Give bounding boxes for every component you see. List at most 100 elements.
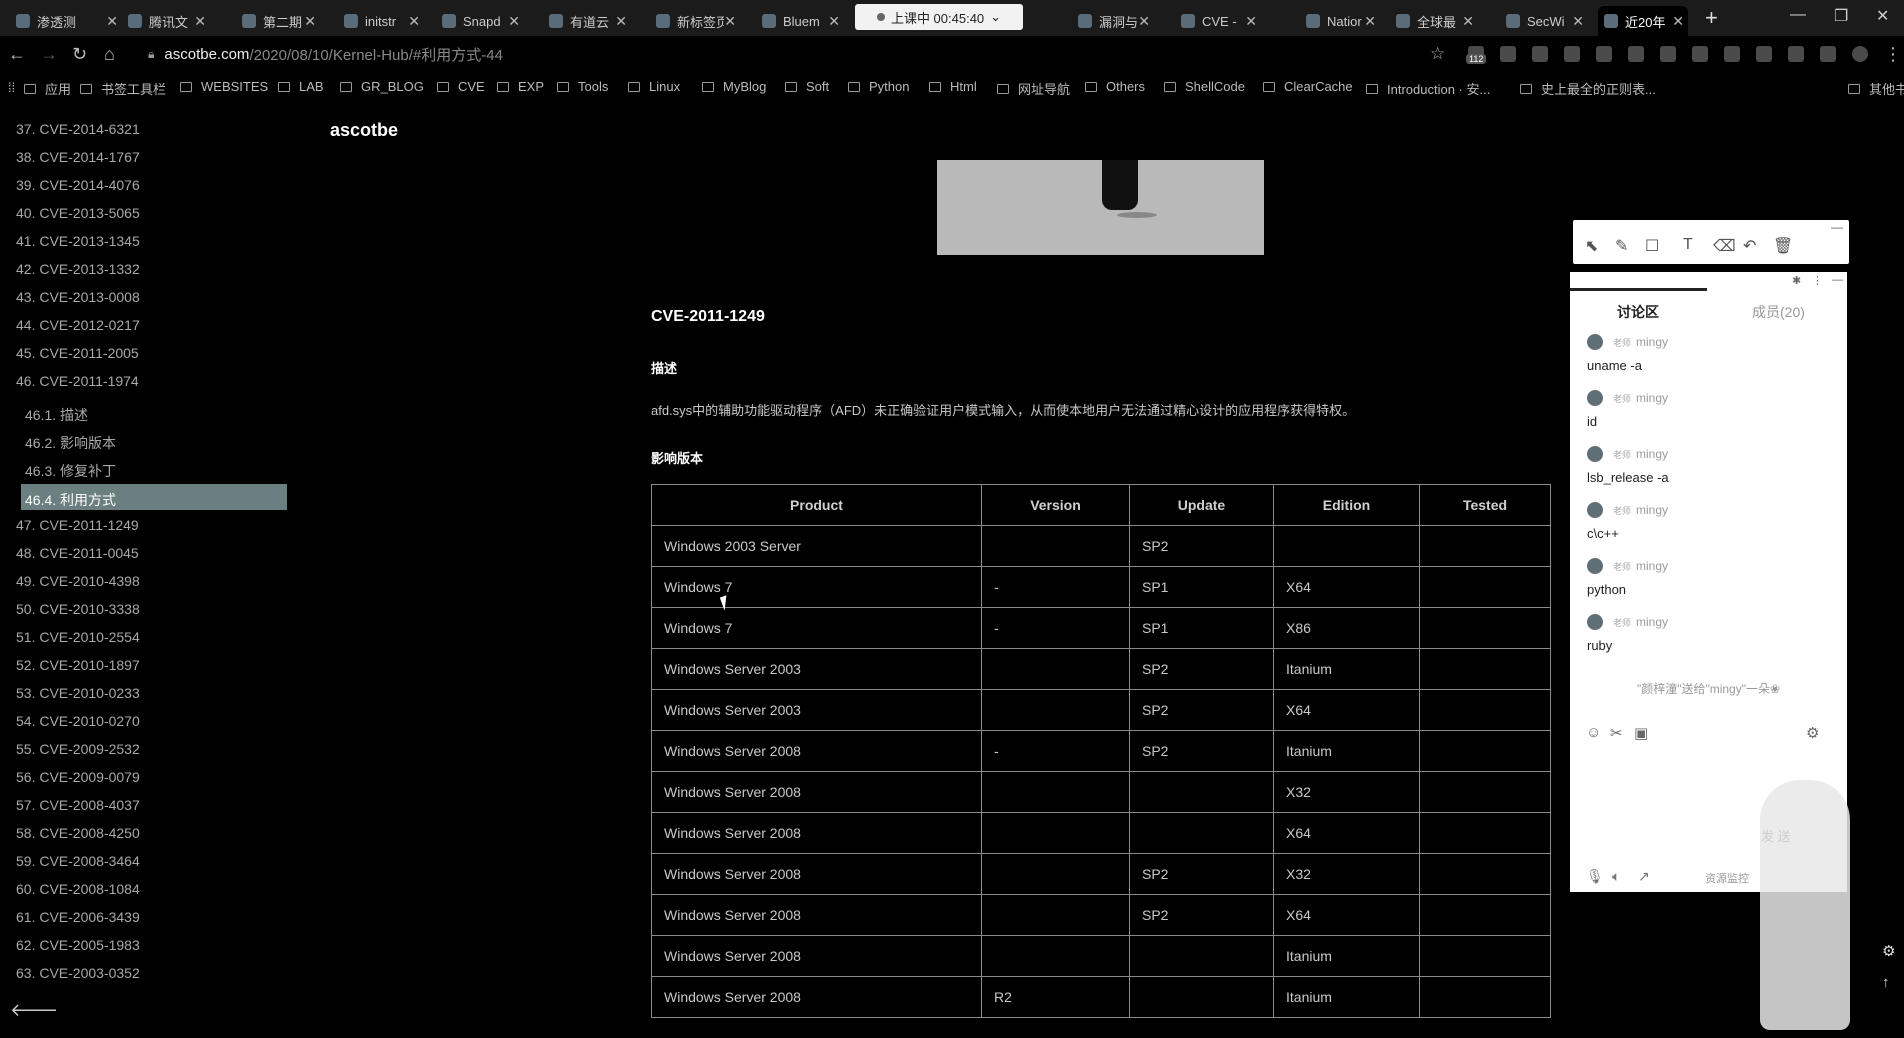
image-icon[interactable]: ▣ xyxy=(1634,724,1648,742)
toc-item[interactable]: 59. CVE-2008-3464 xyxy=(16,853,140,869)
bookmark-item[interactable]: MyBlog xyxy=(702,79,766,94)
minimize-icon[interactable]: — xyxy=(1831,220,1843,234)
browser-tab[interactable]: Bluem ✕ xyxy=(756,6,844,36)
site-brand[interactable]: ascotbe xyxy=(330,120,398,141)
undo-icon[interactable]: ↶ xyxy=(1743,236,1756,256)
toc-item[interactable]: 55. CVE-2009-2532 xyxy=(16,741,140,757)
browser-tab[interactable]: 新标签页 ✕ xyxy=(650,6,740,36)
toc-item[interactable]: 47. CVE-2011-1249 xyxy=(16,517,139,533)
extension-icon[interactable] xyxy=(1660,46,1676,62)
window-close-icon[interactable]: ✕ xyxy=(1876,6,1889,26)
tab-close-icon[interactable]: ✕ xyxy=(1672,13,1688,30)
toc-item[interactable]: 52. CVE-2010-1897 xyxy=(16,657,140,673)
browser-tab[interactable]: 漏洞与 ✕ xyxy=(1072,6,1154,36)
minimize-icon[interactable]: — xyxy=(1832,274,1843,286)
bookmark-item[interactable]: 网址导航 xyxy=(997,79,1070,98)
rectangle-icon[interactable]: ☐ xyxy=(1645,236,1659,256)
toc-item[interactable]: 39. CVE-2014-4076 xyxy=(16,177,140,193)
toc-item[interactable]: 42. CVE-2013-1332 xyxy=(16,261,140,277)
toc-item[interactable]: 51. CVE-2010-2554 xyxy=(16,629,140,645)
avatar[interactable] xyxy=(1587,446,1603,462)
bookmark-item[interactable]: Linux xyxy=(628,79,680,94)
profile-avatar[interactable] xyxy=(1852,46,1868,62)
pen-icon[interactable]: ✎ xyxy=(1615,236,1628,256)
toc-item[interactable]: 54. CVE-2010-0270 xyxy=(16,713,140,729)
bookmark-item[interactable]: 书签工具栏 xyxy=(80,79,166,98)
speaker-icon[interactable]: 🔈︎ xyxy=(1612,868,1620,885)
avatar[interactable] xyxy=(1587,614,1603,630)
url-field[interactable]: 🔒︎ ascotbe.com /2020/08/10/Kernel-Hub/#利… xyxy=(148,42,1428,66)
more-icon[interactable]: ⋮ xyxy=(1812,274,1823,287)
extension-icon[interactable] xyxy=(1788,46,1804,62)
toc-item[interactable]: 56. CVE-2009-0079 xyxy=(16,769,140,785)
minimize-icon[interactable]: — xyxy=(1790,6,1806,24)
extension-icon[interactable] xyxy=(1820,46,1836,62)
forward-icon[interactable]: → xyxy=(40,44,58,65)
browser-tab[interactable]: 腾讯文 ✕ xyxy=(122,6,210,36)
toc-item[interactable]: 48. CVE-2011-0045 xyxy=(16,545,139,561)
bookmark-item[interactable]: 史上最全的正则表... xyxy=(1520,79,1656,98)
bookmark-item[interactable]: GR_BLOG xyxy=(340,79,424,94)
toc-item[interactable]: 46.1. 描述 xyxy=(25,405,88,425)
toc-item[interactable]: 58. CVE-2008-4250 xyxy=(16,825,140,841)
bookmark-item[interactable]: ShellCode xyxy=(1164,79,1245,94)
toc-item[interactable]: 61. CVE-2006-3439 xyxy=(16,909,140,925)
back-icon[interactable]: ← xyxy=(8,44,26,65)
bookmark-item[interactable]: Introduction · 安... xyxy=(1366,79,1490,98)
browser-tab[interactable]: 渗透测 ✕ xyxy=(10,6,122,36)
bookmark-item[interactable]: Soft xyxy=(785,79,829,94)
avatar[interactable] xyxy=(1587,502,1603,518)
toc-item[interactable]: 43. CVE-2013-0008 xyxy=(16,289,140,305)
extension-icon[interactable] xyxy=(1596,46,1612,62)
bookmark-item[interactable]: Others xyxy=(1085,79,1145,94)
bookmark-item[interactable]: 应用 xyxy=(24,79,71,98)
scissors-icon[interactable]: ✂ xyxy=(1610,724,1623,742)
tab-close-icon[interactable]: ✕ xyxy=(408,13,424,30)
toc-item[interactable]: 40. CVE-2013-5065 xyxy=(16,205,140,221)
class-status-pill[interactable]: 上课中 00:45:40 ⌄ xyxy=(855,4,1023,30)
toc-item[interactable]: 60. CVE-2008-1084 xyxy=(16,881,140,897)
browser-tab[interactable]: 全球最 ✕ xyxy=(1390,6,1478,36)
tab-close-icon[interactable]: ✕ xyxy=(724,13,740,30)
avatar[interactable] xyxy=(1587,558,1603,574)
browser-tab[interactable]: SecWi ✕ xyxy=(1500,6,1588,36)
tab-discussion[interactable]: 讨论区 xyxy=(1617,302,1659,322)
extension-icon[interactable] xyxy=(1564,46,1580,62)
settings-icon[interactable]: ⚙ xyxy=(1806,724,1819,742)
bookmark-item[interactable]: Tools xyxy=(557,79,608,94)
share-icon[interactable]: ↗ xyxy=(1638,868,1650,885)
reload-icon[interactable]: ↻ xyxy=(72,44,87,65)
toc-item[interactable]: 46. CVE-2011-1974 xyxy=(16,373,139,389)
eraser-icon[interactable]: ⌫ xyxy=(1713,236,1736,256)
tab-members[interactable]: 成员(20) xyxy=(1752,302,1805,322)
bookmark-item[interactable]: LAB xyxy=(278,79,324,94)
toc-item[interactable]: 38. CVE-2014-1767 xyxy=(16,149,140,165)
extension-icon[interactable] xyxy=(1756,46,1772,62)
toc-item[interactable]: 46.3. 修复补丁 xyxy=(25,461,116,481)
home-icon[interactable]: ⌂ xyxy=(104,44,115,65)
avatar[interactable] xyxy=(1587,334,1603,350)
gear-icon[interactable]: ⚙ xyxy=(1882,942,1895,960)
tab-close-icon[interactable]: ✕ xyxy=(508,13,524,30)
tab-close-icon[interactable]: ✕ xyxy=(1364,13,1380,30)
tab-close-icon[interactable]: ✕ xyxy=(1138,13,1154,30)
extension-icon[interactable] xyxy=(1500,46,1516,62)
back-arrow-icon[interactable]: 🡐 xyxy=(10,1000,58,1021)
menu-icon[interactable]: ⋮ xyxy=(1884,44,1902,65)
bookmark-item[interactable]: Python xyxy=(848,79,909,94)
emoji-icon[interactable]: ☺ xyxy=(1586,724,1601,741)
toc-item-active[interactable]: 46.4. 利用方式 xyxy=(25,490,116,510)
tab-close-icon[interactable]: ✕ xyxy=(1245,13,1261,30)
browser-tab[interactable]: 有道云 ✕ xyxy=(543,6,631,36)
browser-tab[interactable]: 近20年 ✕ xyxy=(1598,6,1688,36)
avatar[interactable] xyxy=(1587,390,1603,406)
extension-icon[interactable] xyxy=(1724,46,1740,62)
toc-item[interactable]: 44. CVE-2012-0217 xyxy=(16,317,140,333)
toc-item[interactable]: 41. CVE-2013-1345 xyxy=(16,233,140,249)
toc-item[interactable]: 50. CVE-2010-3338 xyxy=(16,601,140,617)
tab-close-icon[interactable]: ✕ xyxy=(828,13,844,30)
toc-item[interactable]: 49. CVE-2010-4398 xyxy=(16,573,140,589)
bookmark-item[interactable]: EXP xyxy=(497,79,544,94)
toc-item[interactable]: 57. CVE-2008-4037 xyxy=(16,797,140,813)
tab-close-icon[interactable]: ✕ xyxy=(1572,13,1588,30)
